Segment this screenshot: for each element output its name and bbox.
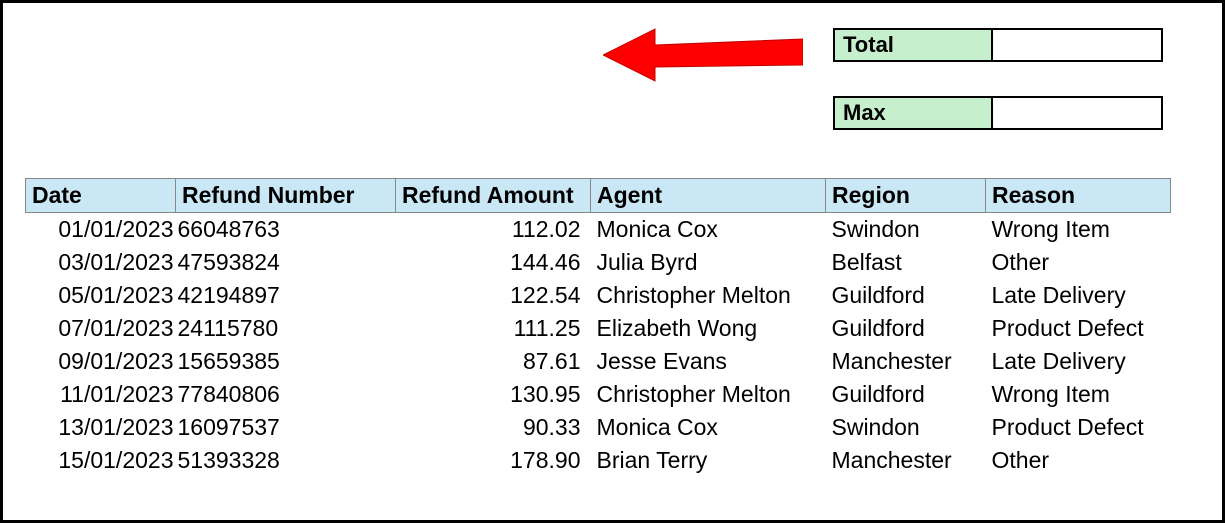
header-agent[interactable]: Agent (591, 179, 826, 213)
cell-refund-number[interactable]: 15659385 (176, 345, 396, 378)
table-row: 15/01/2023 51393328 178.90 Brian Terry M… (26, 444, 1171, 477)
table-row: 07/01/2023 24115780 111.25 Elizabeth Won… (26, 312, 1171, 345)
cell-refund-number[interactable]: 24115780 (176, 312, 396, 345)
max-label: Max (833, 96, 993, 130)
cell-reason[interactable]: Other (986, 246, 1171, 279)
cell-agent[interactable]: Jesse Evans (591, 345, 826, 378)
cell-region[interactable]: Guildford (826, 312, 986, 345)
header-refund-amount[interactable]: Refund Amount (396, 179, 591, 213)
cell-refund-amount[interactable]: 111.25 (396, 312, 591, 345)
table-row: 13/01/2023 16097537 90.33 Monica Cox Swi… (26, 411, 1171, 444)
cell-refund-amount[interactable]: 87.61 (396, 345, 591, 378)
cell-agent[interactable]: Brian Terry (591, 444, 826, 477)
cell-region[interactable]: Belfast (826, 246, 986, 279)
cell-reason[interactable]: Late Delivery (986, 279, 1171, 312)
table-body: 01/01/2023 66048763 112.02 Monica Cox Sw… (26, 213, 1171, 478)
cell-agent[interactable]: Julia Byrd (591, 246, 826, 279)
cell-date[interactable]: 11/01/2023 (26, 378, 176, 411)
cell-agent[interactable]: Monica Cox (591, 213, 826, 247)
header-refund-number[interactable]: Refund Number (176, 179, 396, 213)
max-summary: Max (833, 96, 1163, 130)
cell-reason[interactable]: Other (986, 444, 1171, 477)
cell-date[interactable]: 05/01/2023 (26, 279, 176, 312)
cell-region[interactable]: Guildford (826, 378, 986, 411)
cell-agent[interactable]: Christopher Melton (591, 279, 826, 312)
spreadsheet-frame: Total Max Date Refund Number Refund Amou… (0, 0, 1225, 523)
cell-refund-amount[interactable]: 178.90 (396, 444, 591, 477)
cell-region[interactable]: Manchester (826, 444, 986, 477)
cell-refund-number[interactable]: 66048763 (176, 213, 396, 247)
cell-refund-amount[interactable]: 122.54 (396, 279, 591, 312)
cell-refund-amount[interactable]: 112.02 (396, 213, 591, 247)
cell-date[interactable]: 09/01/2023 (26, 345, 176, 378)
total-value-cell[interactable] (993, 28, 1163, 62)
cell-region[interactable]: Guildford (826, 279, 986, 312)
table-row: 05/01/2023 42194897 122.54 Christopher M… (26, 279, 1171, 312)
cell-reason[interactable]: Late Delivery (986, 345, 1171, 378)
table-row: 01/01/2023 66048763 112.02 Monica Cox Sw… (26, 213, 1171, 247)
refund-table: Date Refund Number Refund Amount Agent R… (25, 178, 1171, 477)
cell-refund-amount[interactable]: 90.33 (396, 411, 591, 444)
cell-region[interactable]: Manchester (826, 345, 986, 378)
cell-agent[interactable]: Monica Cox (591, 411, 826, 444)
cell-refund-amount[interactable]: 144.46 (396, 246, 591, 279)
max-value-cell[interactable] (993, 96, 1163, 130)
header-date[interactable]: Date (26, 179, 176, 213)
cell-refund-number[interactable]: 51393328 (176, 444, 396, 477)
cell-refund-number[interactable]: 47593824 (176, 246, 396, 279)
cell-refund-number[interactable]: 16097537 (176, 411, 396, 444)
header-reason[interactable]: Reason (986, 179, 1171, 213)
cell-date[interactable]: 15/01/2023 (26, 444, 176, 477)
cell-refund-amount[interactable]: 130.95 (396, 378, 591, 411)
cell-date[interactable]: 01/01/2023 (26, 213, 176, 247)
table-row: 09/01/2023 15659385 87.61 Jesse Evans Ma… (26, 345, 1171, 378)
cell-region[interactable]: Swindon (826, 213, 986, 247)
cell-date[interactable]: 13/01/2023 (26, 411, 176, 444)
arrow-icon (603, 25, 803, 85)
cell-date[interactable]: 03/01/2023 (26, 246, 176, 279)
cell-reason[interactable]: Product Defect (986, 312, 1171, 345)
table-row: 03/01/2023 47593824 144.46 Julia Byrd Be… (26, 246, 1171, 279)
cell-agent[interactable]: Elizabeth Wong (591, 312, 826, 345)
header-region[interactable]: Region (826, 179, 986, 213)
cell-reason[interactable]: Wrong Item (986, 378, 1171, 411)
total-summary: Total (833, 28, 1163, 62)
cell-region[interactable]: Swindon (826, 411, 986, 444)
cell-reason[interactable]: Product Defect (986, 411, 1171, 444)
total-label: Total (833, 28, 993, 62)
cell-date[interactable]: 07/01/2023 (26, 312, 176, 345)
table-row: 11/01/2023 77840806 130.95 Christopher M… (26, 378, 1171, 411)
cell-agent[interactable]: Christopher Melton (591, 378, 826, 411)
table-header-row: Date Refund Number Refund Amount Agent R… (26, 179, 1171, 213)
cell-refund-number[interactable]: 77840806 (176, 378, 396, 411)
cell-reason[interactable]: Wrong Item (986, 213, 1171, 247)
cell-refund-number[interactable]: 42194897 (176, 279, 396, 312)
